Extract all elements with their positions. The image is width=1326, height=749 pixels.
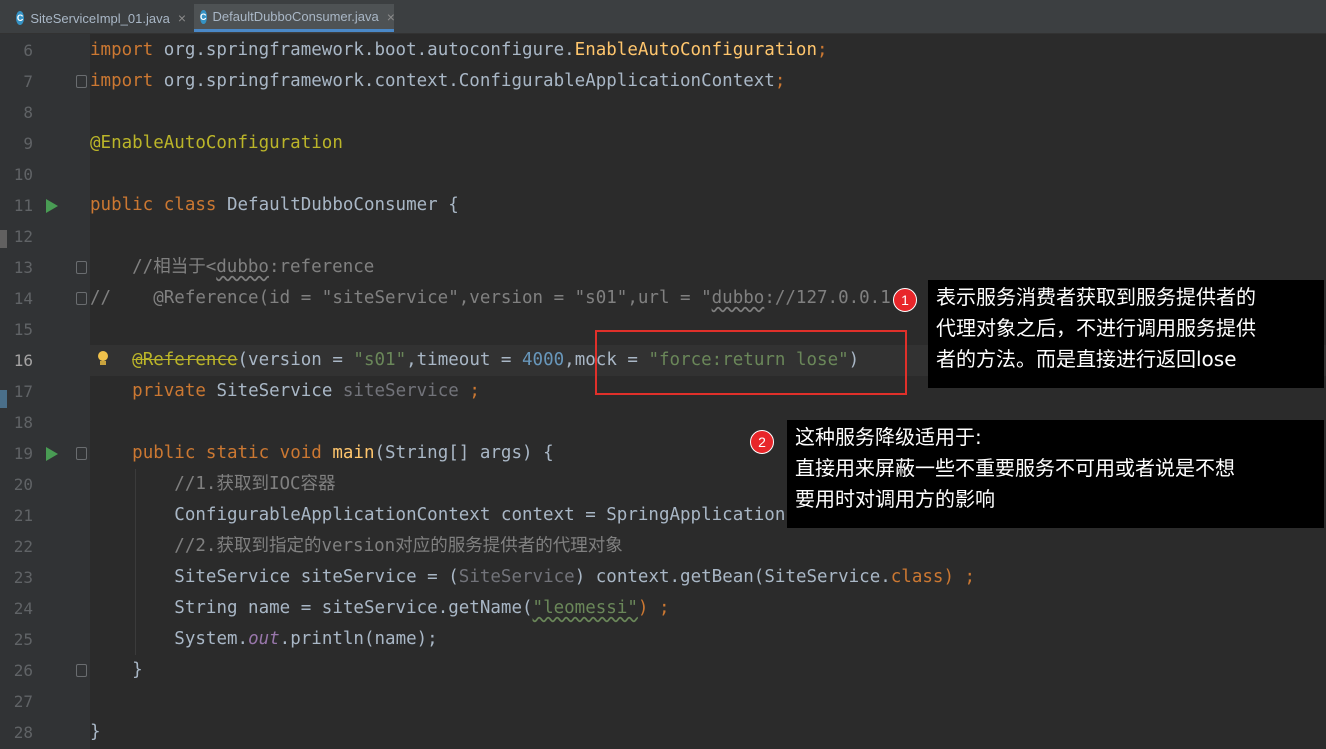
close-icon[interactable]: × — [178, 10, 186, 26]
line-number: 24 — [13, 599, 33, 618]
line-number: 18 — [13, 413, 33, 432]
code-line: public class DefaultDubboConsumer { — [90, 195, 459, 215]
code-line: private SiteService siteService ; — [132, 381, 480, 401]
line-number: 14 — [13, 289, 33, 308]
line-number: 28 — [13, 723, 33, 742]
code-line: @EnableAutoConfiguration — [90, 133, 343, 153]
line-number: 7 — [23, 72, 33, 91]
tab-label: DefaultDubboConsumer.java — [212, 9, 379, 24]
line-number: 9 — [23, 134, 33, 153]
callout-2: 这种服务降级适用于: 直接用来屏蔽一些不重要服务不可用或者说是不想 要用时对调用… — [787, 420, 1324, 528]
highlight-box — [595, 330, 907, 395]
callout-line: 代理对象之后，不进行调用服务提供 — [936, 316, 1256, 340]
line-number: 21 — [13, 506, 33, 525]
code-line: import org.springframework.boot.autoconf… — [90, 40, 828, 60]
line-number: 22 — [13, 537, 33, 556]
java-class-icon: C — [16, 11, 25, 25]
line-number: 8 — [23, 103, 33, 122]
lightbulb-icon[interactable] — [97, 351, 109, 367]
line-number: 10 — [13, 165, 33, 184]
java-class-icon: C — [200, 9, 207, 24]
line-number: 25 — [13, 630, 33, 649]
editor-tab-bar: C SiteServiceImpl_01.java × C DefaultDub… — [0, 0, 1326, 34]
line-number: 16 — [13, 351, 33, 370]
callout-line: 直接用来屏蔽一些不重要服务不可用或者说是不想 — [795, 456, 1235, 480]
line-number: 27 — [13, 692, 33, 711]
code-line: //2.获取到指定的version对应的服务提供者的代理对象 — [174, 536, 623, 556]
fold-marker-icon[interactable] — [76, 75, 87, 88]
fold-marker-icon[interactable] — [76, 664, 87, 677]
code-line: // @Reference(id = "siteService",version… — [90, 288, 902, 308]
run-icon[interactable] — [46, 447, 58, 461]
fold-marker-icon[interactable] — [76, 447, 87, 460]
callout-line: 表示服务消费者获取到服务提供者的 — [936, 285, 1256, 309]
line-number: 6 — [23, 41, 33, 60]
code-line: } — [132, 660, 143, 680]
run-icon[interactable] — [46, 199, 58, 213]
code-line: public static void main(String[] args) { — [132, 443, 554, 463]
callout-line: 者的方法。而是直接进行返回lose — [936, 347, 1237, 371]
line-number: 26 — [13, 661, 33, 680]
tab-defaultdubboconsumer[interactable]: C DefaultDubboConsumer.java × — [194, 4, 395, 32]
line-number: 11 — [13, 196, 33, 215]
code-line: import org.springframework.context.Confi… — [90, 71, 786, 91]
fold-marker-icon[interactable] — [76, 261, 87, 274]
line-number: 23 — [13, 568, 33, 587]
callout-line: 这种服务降级适用于: — [795, 425, 982, 449]
tab-siteserviceimpl[interactable]: C SiteServiceImpl_01.java × — [10, 4, 194, 32]
fold-marker-icon[interactable] — [76, 292, 87, 305]
line-number: 12 — [13, 227, 33, 246]
callout-line: 要用时对调用方的影响 — [795, 487, 995, 511]
code-line: SiteService siteService = (SiteService) … — [174, 567, 976, 587]
code-line: String name = siteService.getName("leome… — [174, 598, 670, 618]
code-line: //相当于<dubbo:reference — [90, 257, 375, 277]
code-line: System.out.println(name); — [174, 629, 438, 649]
line-number: 20 — [13, 475, 33, 494]
line-number: 19 — [13, 444, 33, 463]
code-line: //1.获取到IOC容器 — [174, 474, 336, 494]
line-number: 15 — [13, 320, 33, 339]
callout-badge-1: 1 — [893, 288, 917, 312]
code-line: } — [90, 722, 101, 742]
callout-badge-2: 2 — [750, 430, 774, 454]
line-number: 17 — [13, 382, 33, 401]
tab-label: SiteServiceImpl_01.java — [30, 10, 170, 26]
callout-1: 表示服务消费者获取到服务提供者的 代理对象之后，不进行调用服务提供 者的方法。而… — [928, 280, 1324, 388]
line-number: 13 — [13, 258, 33, 277]
close-icon[interactable]: × — [387, 9, 395, 25]
